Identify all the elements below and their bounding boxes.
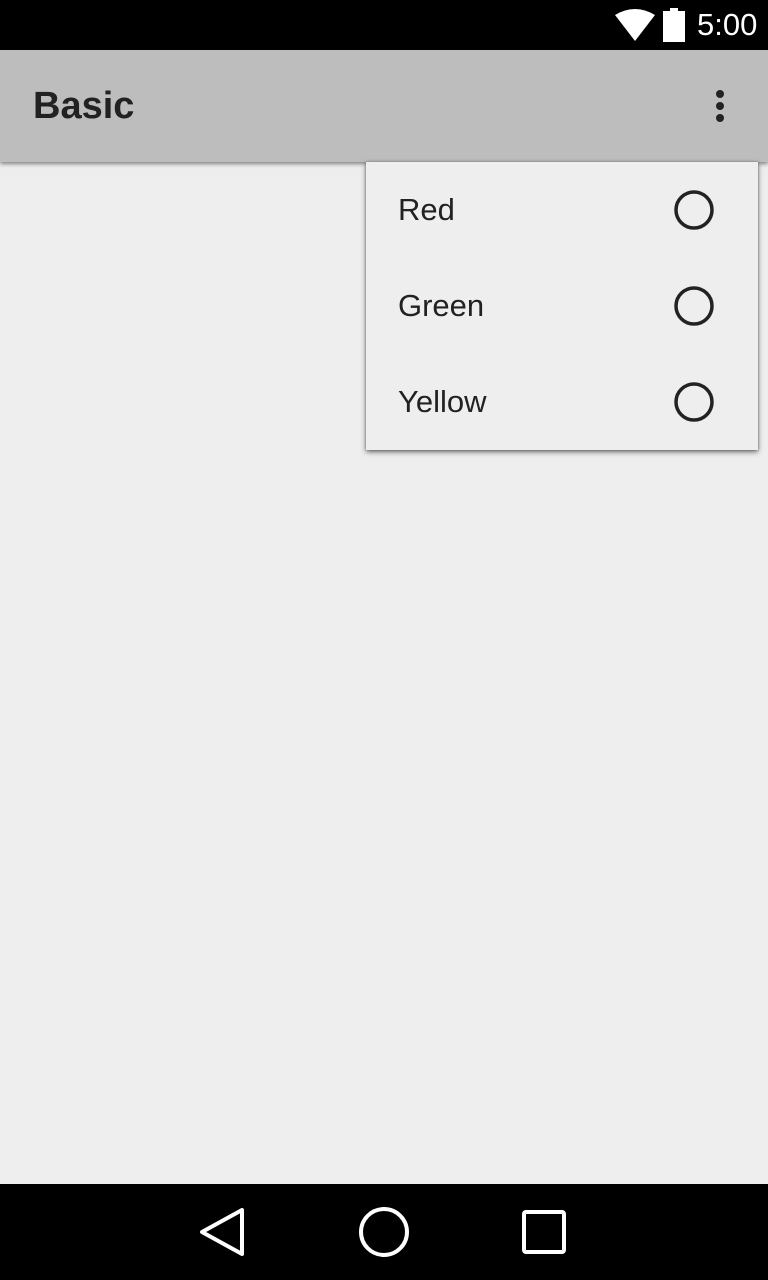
- status-clock: 5:00: [697, 7, 758, 42]
- page-title: Basic: [33, 85, 135, 127]
- menu-item-label: Red: [398, 192, 455, 227]
- radio-button-red[interactable]: [671, 187, 717, 233]
- app-bar: Basic: [0, 50, 768, 162]
- status-bar: 5:00: [0, 0, 768, 50]
- radio-button-yellow[interactable]: [671, 379, 717, 425]
- battery-icon: [663, 8, 685, 42]
- home-icon[interactable]: [356, 1204, 412, 1260]
- recents-icon[interactable]: [516, 1204, 572, 1260]
- menu-item-red[interactable]: Red: [366, 162, 758, 258]
- menu-item-label: Green: [398, 288, 485, 323]
- radio-button-green[interactable]: [671, 283, 717, 329]
- popup-menu: Red Green Yellow: [366, 162, 758, 450]
- menu-item-green[interactable]: Green: [366, 258, 758, 354]
- back-icon[interactable]: [196, 1204, 252, 1260]
- navigation-bar: [0, 1184, 768, 1280]
- more-vert-icon[interactable]: [696, 78, 744, 134]
- wifi-icon: [615, 9, 655, 41]
- menu-item-yellow[interactable]: Yellow: [366, 354, 758, 450]
- menu-item-label: Yellow: [398, 384, 487, 419]
